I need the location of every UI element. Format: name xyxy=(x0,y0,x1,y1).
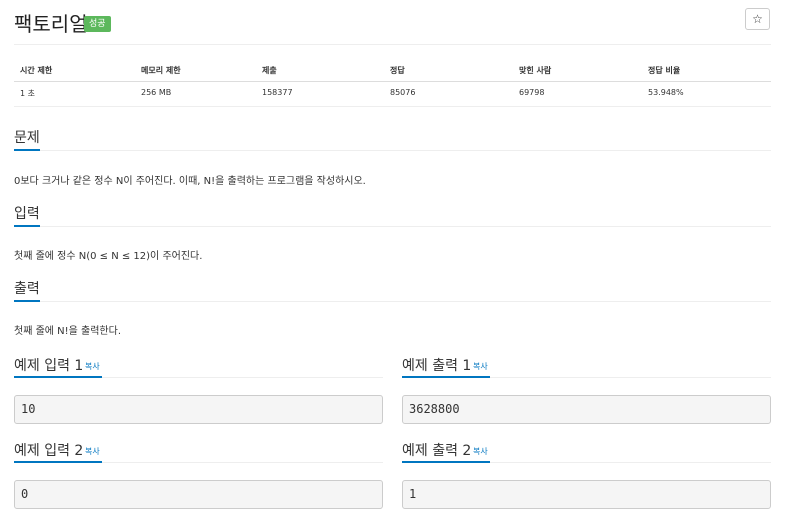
stats-value-memory-limit: 256 MB xyxy=(141,88,172,97)
problem-title: 팩토리얼 xyxy=(14,12,88,36)
sample-input-2-heading: 예제 입력 2 xyxy=(14,443,84,459)
output-divider xyxy=(14,301,771,302)
header-divider xyxy=(14,44,771,45)
sample-input-2-copy-link[interactable]: 복사 xyxy=(85,446,100,457)
sample-output-1-copy-link[interactable]: 복사 xyxy=(473,361,488,372)
input-divider xyxy=(14,226,771,227)
sample-input-2-underline xyxy=(14,461,102,463)
sample-output-1-underline xyxy=(402,376,490,378)
stats-row-divider xyxy=(14,106,771,107)
output-heading-underline xyxy=(14,300,40,302)
stats-value-time-limit: 1 초 xyxy=(20,89,35,98)
stats-header-memory-limit: 메모리 제한 xyxy=(141,66,181,75)
input-heading-underline xyxy=(14,225,40,227)
sample-output-2-heading: 예제 출력 2 xyxy=(402,443,472,459)
sample-output-2-copy-link[interactable]: 복사 xyxy=(473,446,488,457)
sample-input-1-box[interactable]: 10 xyxy=(14,395,383,424)
stats-value-solved-users: 69798 xyxy=(519,88,545,97)
description-text: 0보다 크거나 같은 정수 N이 주어진다. 이때, N!을 출력하는 프로그램… xyxy=(14,176,366,187)
sample-output-1-box[interactable]: 3628800 xyxy=(402,395,771,424)
description-heading-underline xyxy=(14,149,40,151)
stats-header-time-limit: 시간 제한 xyxy=(20,66,53,75)
stats-header-accepted: 정답 xyxy=(390,66,405,75)
stats-header-submissions: 제출 xyxy=(262,66,277,75)
output-text: 첫째 줄에 N!을 출력한다. xyxy=(14,326,122,337)
output-heading: 출력 xyxy=(14,281,40,297)
star-icon: ☆ xyxy=(752,12,763,26)
input-text: 첫째 줄에 정수 N(0 ≤ N ≤ 12)이 주어진다. xyxy=(14,251,203,262)
star-button[interactable]: ☆ xyxy=(745,8,770,30)
sample-output-2-box[interactable]: 1 xyxy=(402,480,771,509)
input-heading: 입력 xyxy=(14,206,40,222)
stats-header-solved-users: 맞힌 사람 xyxy=(519,66,552,75)
sample-input-1-underline xyxy=(14,376,102,378)
sample-input-1-heading: 예제 입력 1 xyxy=(14,358,84,374)
stats-value-ratio: 53.948% xyxy=(648,88,684,97)
description-heading: 문제 xyxy=(14,130,40,146)
sample-input-1-copy-link[interactable]: 복사 xyxy=(85,361,100,372)
stats-value-accepted: 85076 xyxy=(390,88,416,97)
status-badge: 성공 xyxy=(84,16,111,32)
description-divider xyxy=(14,150,771,151)
stats-value-submissions: 158377 xyxy=(262,88,293,97)
sample-output-2-underline xyxy=(402,461,490,463)
stats-header-ratio: 정답 비율 xyxy=(648,66,681,75)
sample-output-1-heading: 예제 출력 1 xyxy=(402,358,472,374)
stats-header-divider xyxy=(14,81,771,82)
sample-input-2-box[interactable]: 0 xyxy=(14,480,383,509)
